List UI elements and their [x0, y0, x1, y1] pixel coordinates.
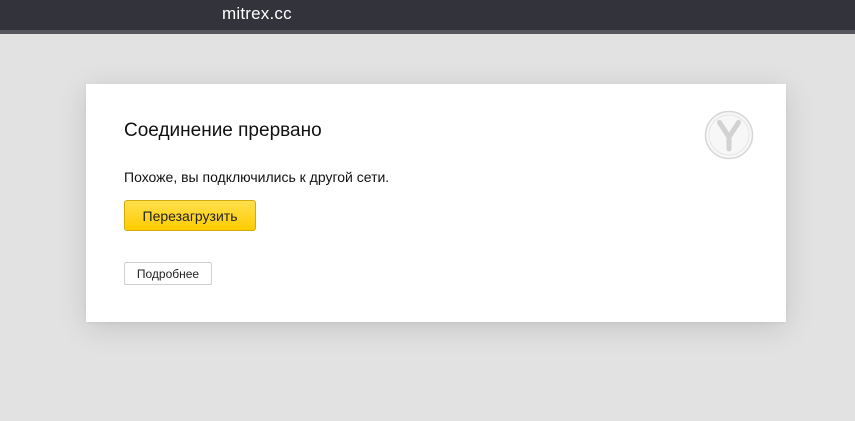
reload-button[interactable]: Перезагрузить [124, 200, 256, 231]
error-message: Похоже, вы подключились к другой сети. [124, 169, 390, 185]
error-title: Соединение прервано [124, 120, 322, 141]
site-title: mitrex.cc [222, 4, 292, 23]
browser-top-bar: mitrex.cc [0, 0, 855, 30]
details-button[interactable]: Подробнее [124, 262, 212, 285]
error-card: Соединение прервано Похоже, вы подключил… [86, 84, 786, 322]
yandex-browser-logo-icon [704, 110, 754, 160]
top-bar-divider [0, 30, 855, 34]
